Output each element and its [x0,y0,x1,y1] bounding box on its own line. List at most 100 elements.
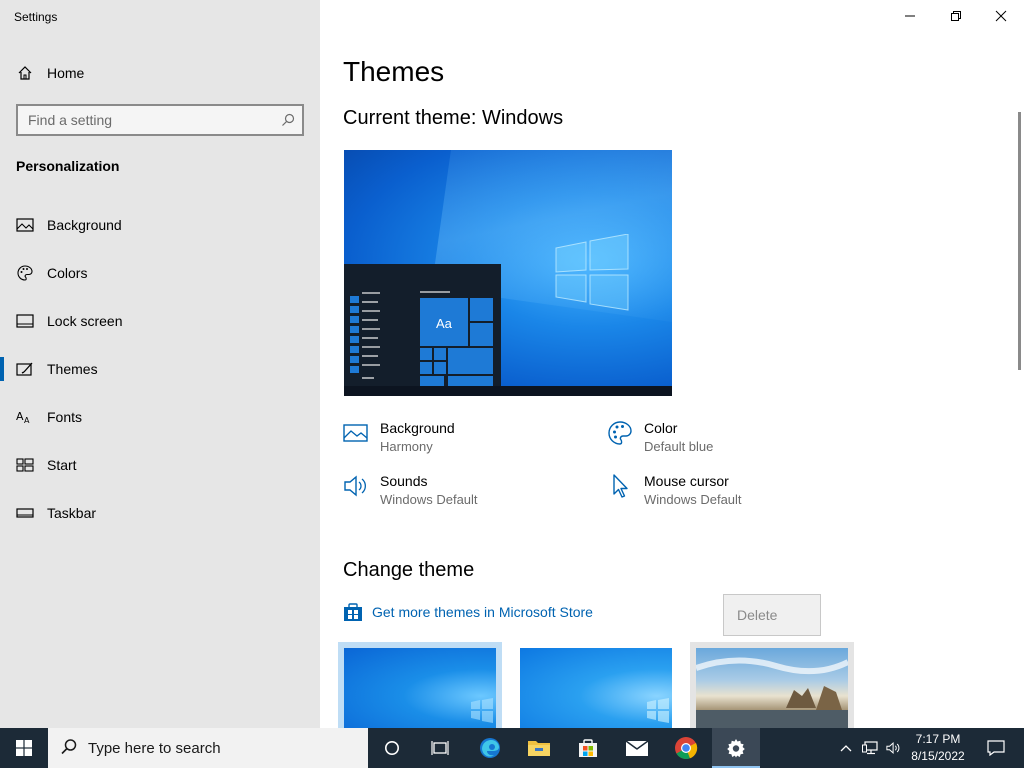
sidebar-item-start[interactable]: Start [0,445,320,485]
windows-logo-icon [555,234,629,311]
find-setting-input[interactable] [18,106,268,134]
sidebar-item-lock-screen[interactable]: Lock screen [0,301,320,341]
task-view-button[interactable] [416,728,464,768]
gear-icon [727,739,745,758]
nav-home-label: Home [47,65,85,81]
taskbar-clock[interactable]: 7:17 PM 8/15/2022 [906,731,970,765]
sidebar-item-label: Themes [47,361,98,377]
property-title: Mouse cursor [644,473,729,489]
palette-icon [16,264,34,282]
property-title: Color [644,420,678,436]
search-icon[interactable] [280,112,296,128]
sidebar-item-label: Colors [47,265,88,281]
theme-tile-windows-light[interactable] [514,642,678,728]
cortana-icon [385,741,399,755]
restore-button[interactable] [933,0,979,32]
taskbar-search-box[interactable] [48,728,368,768]
store-icon [579,739,597,757]
change-theme-heading: Change theme [343,559,475,581]
search-icon [60,738,78,761]
theme-thumbnail [344,648,496,728]
sidebar-item-label: Lock screen [47,313,123,329]
restore-icon [951,11,961,21]
theme-thumbnail [520,648,672,728]
chevron-up-icon[interactable] [838,740,854,756]
sidebar-item-colors[interactable]: Colors [0,253,320,293]
mail-app-button[interactable] [613,728,661,768]
themes-icon [16,360,34,378]
image-icon [343,420,369,446]
nav-home[interactable]: Home [0,53,320,93]
task-view-icon [431,741,449,755]
svg-text:A: A [16,410,24,423]
edge-icon [480,738,500,758]
taskbar-search-input[interactable] [88,728,358,768]
clock-time: 7:17 PM [915,732,961,746]
property-value: Windows Default [644,492,742,507]
main-scrollbar[interactable] [1018,112,1021,370]
current-theme-heading: Current theme: Windows [343,107,564,129]
theme-preview: Aa [344,150,672,396]
mouse-cursor-icon [607,473,633,499]
home-icon [16,64,34,82]
edge-app-button[interactable] [466,728,514,768]
property-value: Harmony [380,439,433,454]
start-icon [16,456,34,474]
theme-tile-landscape[interactable] [690,642,854,728]
theme-tile-windows[interactable] [338,642,502,728]
network-icon[interactable] [862,740,878,756]
page-title: Themes [343,56,445,87]
folder-icon [528,741,550,756]
property-value: Default blue [644,439,714,454]
preview-sample-text: Aa [436,316,452,331]
property-title: Background [380,420,455,436]
mail-icon [625,740,649,756]
sidebar-item-fonts[interactable]: AA Fonts [0,397,320,437]
chrome-app-button[interactable] [662,728,710,768]
image-icon [16,216,34,234]
sidebar-item-label: Taskbar [47,505,97,521]
volume-icon[interactable] [886,740,902,756]
close-icon [995,10,1007,22]
sidebar-item-taskbar[interactable]: Taskbar [0,493,320,533]
notification-icon [987,740,1005,756]
taskbar-icon [16,504,34,522]
section-heading: Personalization [16,158,120,174]
sidebar-item-background[interactable]: Background [0,205,320,245]
windows-logo-icon [16,740,32,756]
sidebar-item-label: Fonts [47,409,83,425]
sidebar-item-themes[interactable]: Themes [0,349,320,389]
store-link-label[interactable]: Get more themes in Microsoft Store [372,604,593,620]
fonts-icon: AA [16,408,34,426]
lock-screen-icon [16,312,34,330]
preview-start-menu: Aa [344,264,501,386]
sidebar-item-label: Start [47,457,77,473]
minimize-icon [905,15,915,17]
cortana-button[interactable] [368,728,416,768]
app-title: Settings [14,10,58,24]
windows-taskbar: 7:17 PM 8/15/2022 [0,728,1024,768]
property-title: Sounds [380,473,428,489]
find-setting-search[interactable] [16,104,304,136]
start-button[interactable] [0,728,48,768]
active-indicator [0,357,4,381]
preview-taskbar [344,386,672,396]
action-center-button[interactable] [976,728,1016,768]
settings-app-button[interactable] [712,728,760,768]
store-icon [343,602,363,627]
palette-icon [607,420,633,446]
chrome-icon [675,737,698,760]
svg-text:A: A [24,416,30,425]
clock-date: 8/15/2022 [911,749,965,763]
file-explorer-button[interactable] [515,728,563,768]
close-button[interactable] [978,0,1024,32]
microsoft-store-link[interactable]: Get more themes in Microsoft Store [343,602,593,627]
speaker-icon [343,473,369,499]
property-value: Windows Default [380,492,478,507]
sidebar: Settings Home Personalization Background… [0,0,320,728]
minimize-button[interactable] [887,0,933,32]
theme-thumbnail [696,648,848,728]
delete-theme-button[interactable]: Delete [723,594,821,636]
sidebar-item-label: Background [47,217,122,233]
microsoft-store-button[interactable] [564,728,612,768]
